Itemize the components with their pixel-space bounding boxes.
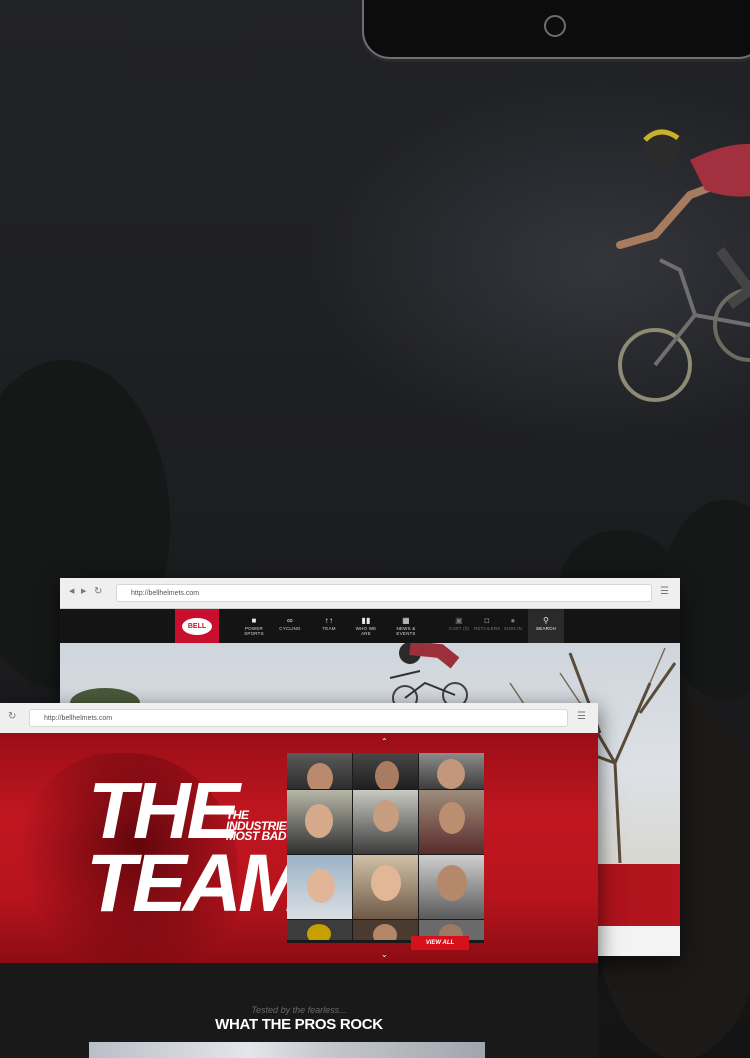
team-member-photo[interactable] [287,753,352,789]
pros-kicker: Tested by the fearless... [251,1005,347,1015]
team-member-photo[interactable] [287,920,352,940]
team-member-photo[interactable] [287,855,352,919]
nav-power-sports[interactable]: ■ POWER SPORTS [236,615,272,636]
nav-sign-in[interactable]: ● SIGN IN [502,615,524,631]
back-arrow-icon[interactable]: ◀ [69,586,74,598]
browser-toolbar: ↻ http://bellhelmets.com ☰ [0,703,598,734]
menu-icon[interactable]: ☰ [660,586,669,598]
search-label-wrap: ⚲ SEARCH [528,615,564,631]
scroll-down-arrow-icon[interactable]: ⌄ [381,950,388,959]
team-member-photo[interactable] [419,855,484,919]
flag-icon: ▮▮ [361,616,371,625]
team-member-photo[interactable] [353,920,418,940]
logo-text: BELL [187,623,207,630]
bmx-rider-image [616,129,750,402]
team-member-photo[interactable] [353,855,418,919]
menu-icon[interactable]: ☰ [577,711,586,723]
team-member-photo[interactable] [353,753,418,789]
team-member-photo[interactable] [287,790,352,854]
hero-rider-image [389,643,468,708]
tablet-home-button[interactable] [544,15,566,37]
forward-arrow-icon[interactable]: ▶ [81,586,86,598]
address-bar[interactable]: http://bellhelmets.com [116,584,652,602]
address-bar[interactable]: http://bellhelmets.com [29,709,568,727]
nav-news-events[interactable]: ▦ NEWS & EVENTS [390,615,422,636]
scroll-up-arrow-icon[interactable]: ⌃ [381,737,388,746]
team-member-photo[interactable] [419,790,484,854]
team-photo-grid [287,753,484,943]
team-member-photo[interactable] [353,790,418,854]
pros-heading: WHAT THE PROS ROCK [215,1016,383,1033]
nav-who-we-are[interactable]: ▮▮ WHO WE ARE [352,615,380,636]
team-title-team: TEAM [86,838,306,929]
nav-retailers[interactable]: ◘ RETAILERS [474,615,500,631]
view-all-button[interactable]: VIEW ALL [411,936,469,950]
user-icon: ● [510,616,516,625]
front-browser-window: ↻ http://bellhelmets.com ☰ THE TEAM THE … [0,703,598,965]
browser-toolbar: ◀ ▶ ↻ http://bellhelmets.com ☰ [60,578,680,609]
nav-cart[interactable]: ▣ CART (0) [448,615,470,631]
refresh-icon[interactable]: ↻ [94,586,102,598]
pros-image-strip [89,1042,485,1058]
nav-team[interactable]: ↑↑ TEAM [318,615,340,631]
bicycle-icon: ∞ [287,616,293,625]
map-icon: ◘ [484,616,490,625]
search-icon: ⚲ [542,616,550,625]
refresh-icon[interactable]: ↻ [8,711,16,723]
site-navbar: BELL ■ POWER SPORTS ∞ CYCLING ↑↑ TEAM ▮▮ WHO… [60,609,680,647]
team-member-photo[interactable] [419,753,484,789]
helmet-icon: ■ [251,616,257,625]
cart-icon: ▣ [455,616,463,625]
search-button[interactable]: ⚲ SEARCH [528,609,564,644]
newspaper-icon: ▦ [402,616,410,625]
bell-logo[interactable]: BELL [175,609,219,647]
nav-cycling[interactable]: ∞ CYCLING [278,615,302,631]
team-section: THE TEAM THE INDUSTRIES MOST BAD ASS ⌃ V… [0,733,598,965]
tablet-device [362,0,750,59]
people-icon: ↑↑ [324,616,334,625]
